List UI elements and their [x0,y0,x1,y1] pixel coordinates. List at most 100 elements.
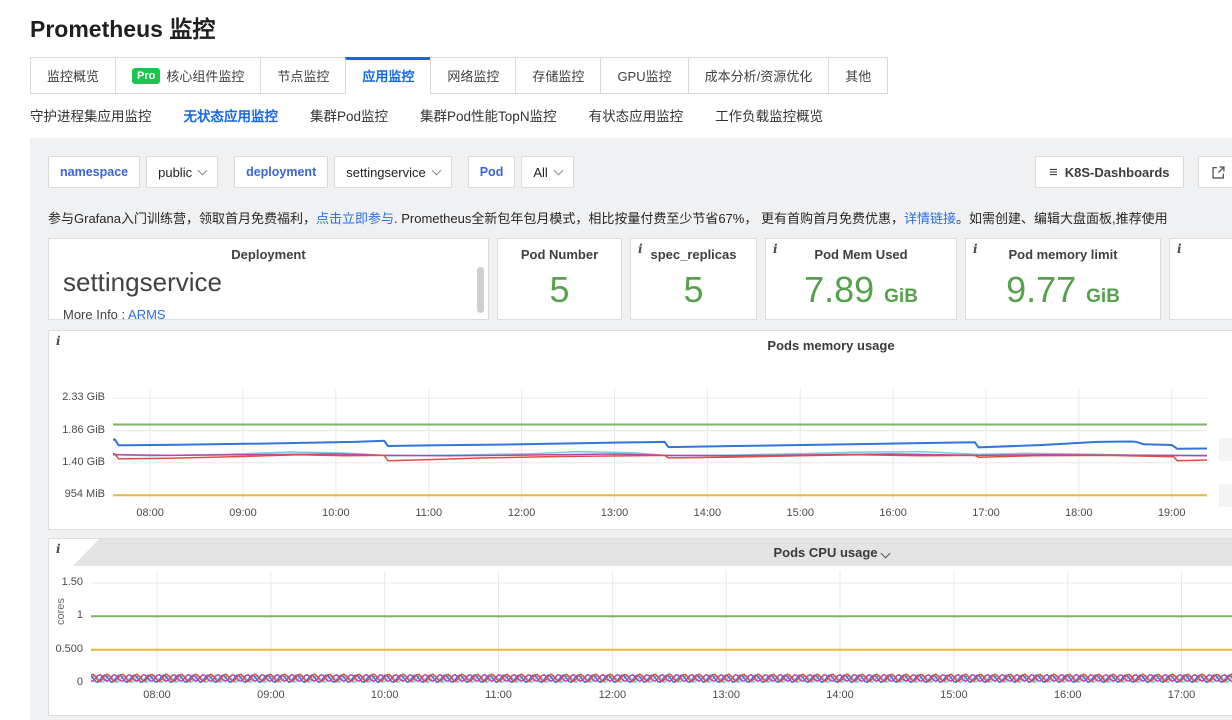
namespace-value: public [158,165,192,180]
tab-label: 网络监控 [447,66,499,85]
x-axis-tick: 11:00 [399,507,459,519]
y-axis-tick: 1 [49,609,83,621]
tab-label: 监控概览 [47,66,99,85]
subtab-cluster-pod-monitor[interactable]: 集群Pod监控 [310,102,388,128]
spec-replicas-stat-panel: i spec_replicas 5 [630,238,757,320]
toolbar-buttons: ≡ K8S-Dashboards 导入( [1035,156,1232,188]
pod-number-stat-panel: Pod Number 5 [497,238,622,320]
chevron-down-icon [880,549,890,559]
tab-core-components[interactable]: Pro核心组件监控 [115,57,261,94]
filter-bar: namespace public deployment settingservi… [48,156,574,188]
y-axis-tick: 0 [49,676,83,688]
chevron-down-icon [431,165,441,175]
subtab-stateful-monitor[interactable]: 有状态应用监控 [589,102,684,128]
panel-scrollbar[interactable] [477,267,484,313]
x-axis-tick: 15:00 [924,689,984,701]
cpu-chart-plot[interactable] [91,571,1232,683]
import-button[interactable]: 导入( [1198,156,1232,188]
x-axis-tick: 13:00 [696,689,756,701]
tab-label: 节点监控 [277,66,329,85]
x-axis-tick: 16:00 [1038,689,1098,701]
pro-badge: Pro [132,68,160,84]
pods-memory-usage-panel: i Pods memory usage 954 MiB1.40 GiB1.86 … [48,330,1232,530]
k8s-dashboards-button[interactable]: ≡ K8S-Dashboards [1035,156,1184,188]
tab-network-monitor[interactable]: 网络监控 [430,57,516,94]
menu-icon: ≡ [1049,164,1058,181]
subtab-daemonset-monitor[interactable]: 守护进程集应用监控 [30,102,152,128]
subtab-workload-overview[interactable]: 工作负载监控概览 [715,102,823,128]
partial-stat-panel: i [1169,238,1232,320]
memory-chart-plot[interactable] [113,389,1207,501]
legend-row [1219,438,1232,461]
subtab-pod-topn-monitor[interactable]: 集群Pod性能TopN监控 [420,102,557,128]
tab-monitor-overview[interactable]: 监控概览 [30,57,116,94]
tab-gpu-monitor[interactable]: GPU监控 [600,57,688,94]
y-axis-tick: 1.50 [49,576,83,588]
x-axis-tick: 09:00 [213,507,273,519]
banner-text: 。如需创建、编辑大盘面板,推荐使用 [956,211,1168,226]
x-axis-tick: 15:00 [770,507,830,519]
tab-cost-analysis[interactable]: 成本分析/资源优化 [688,57,830,94]
tab-node-monitor[interactable]: 节点监控 [260,57,346,94]
y-axis-tick: 954 MiB [49,488,105,500]
x-axis-tick: 09:00 [241,689,301,701]
deployment-select[interactable]: settingservice [334,156,451,188]
chart-svg [91,571,1232,683]
legend-row [1219,461,1232,484]
pod-select[interactable]: All [521,156,573,188]
stat-unit: GiB [884,286,918,307]
stat-number: 9.77 [1006,269,1076,310]
info-icon[interactable]: i [1177,242,1182,256]
pod-mem-used-value: 7.89 GiB [766,269,956,311]
banner-details-link[interactable]: 详情链接 [904,211,956,226]
legend-row [1219,484,1232,507]
cpu-chart-title-text: Pods CPU usage [773,545,877,560]
pod-number-value: 5 [498,269,621,311]
x-axis-tick: 08:00 [127,689,187,701]
tab-label: GPU监控 [617,66,671,85]
y-axis-tick: 1.40 GiB [49,456,105,468]
external-link-icon [1212,166,1225,179]
banner-join-link[interactable]: 点击立即参与 [316,211,394,226]
k8s-dashboards-label: K8S-Dashboards [1065,165,1170,180]
legend-row [1219,415,1232,438]
x-axis-tick: 12:00 [582,689,642,701]
stat-title: Pod Mem Used [766,247,956,262]
tab-label: 应用监控 [362,66,414,85]
dashboard-page: Prometheus 监控 监控概览 Pro核心组件监控 节点监控 应用监控 网… [0,0,1232,720]
deployment-value: settingservice [346,165,425,180]
stat-title: Deployment [49,247,488,262]
memory-chart-legend [1219,415,1232,507]
chevron-down-icon [553,165,563,175]
x-axis-tick: 16:00 [863,507,923,519]
x-axis-tick: 08:00 [120,507,180,519]
banner-text: 参与Grafana入门训练营，领取首月免费福利， [48,211,316,226]
tab-label: 成本分析/资源优化 [705,66,813,85]
tab-other[interactable]: 其他 [828,57,888,94]
x-axis-tick: 11:00 [469,689,529,701]
tab-app-monitor[interactable]: 应用监控 [345,57,431,94]
memory-chart-title: Pods memory usage [49,338,1232,353]
x-axis-tick: 14:00 [810,689,870,701]
x-axis-tick: 19:00 [1142,507,1202,519]
x-axis-tick: 17:00 [1152,689,1212,701]
pod-memory-limit-stat-panel: i Pod memory limit 9.77 GiB [965,238,1161,320]
namespace-select[interactable]: public [146,156,218,188]
tab-storage-monitor[interactable]: 存储监控 [515,57,601,94]
arms-link[interactable]: ARMS [128,307,166,320]
deployment-label: deployment [234,156,328,188]
namespace-label: namespace [48,156,140,188]
sub-tab-bar: 守护进程集应用监控 无状态应用监控 集群Pod监控 集群Pod性能TopN监控 … [30,102,823,128]
main-tab-bar: 监控概览 Pro核心组件监控 节点监控 应用监控 网络监控 存储监控 GPU监控… [30,57,888,94]
more-info-label: More Info : [63,307,125,320]
chart-svg [113,389,1207,501]
pods-cpu-usage-panel: i Pods CPU usage cores 00.50011.5008:000… [48,538,1232,716]
promo-banner: 参与Grafana入门训练营，领取首月免费福利，点击立即参与. Promethe… [48,208,1168,227]
y-axis-tick: 1.86 GiB [49,424,105,436]
chevron-down-icon [198,165,208,175]
pod-mem-used-stat-panel: i Pod Mem Used 7.89 GiB [765,238,957,320]
tab-label: 其他 [845,66,871,85]
cpu-chart-title[interactable]: Pods CPU usage [49,545,1232,560]
subtab-stateless-monitor[interactable]: 无状态应用监控 [184,102,279,128]
more-info-row: More Info : ARMS [63,307,166,320]
